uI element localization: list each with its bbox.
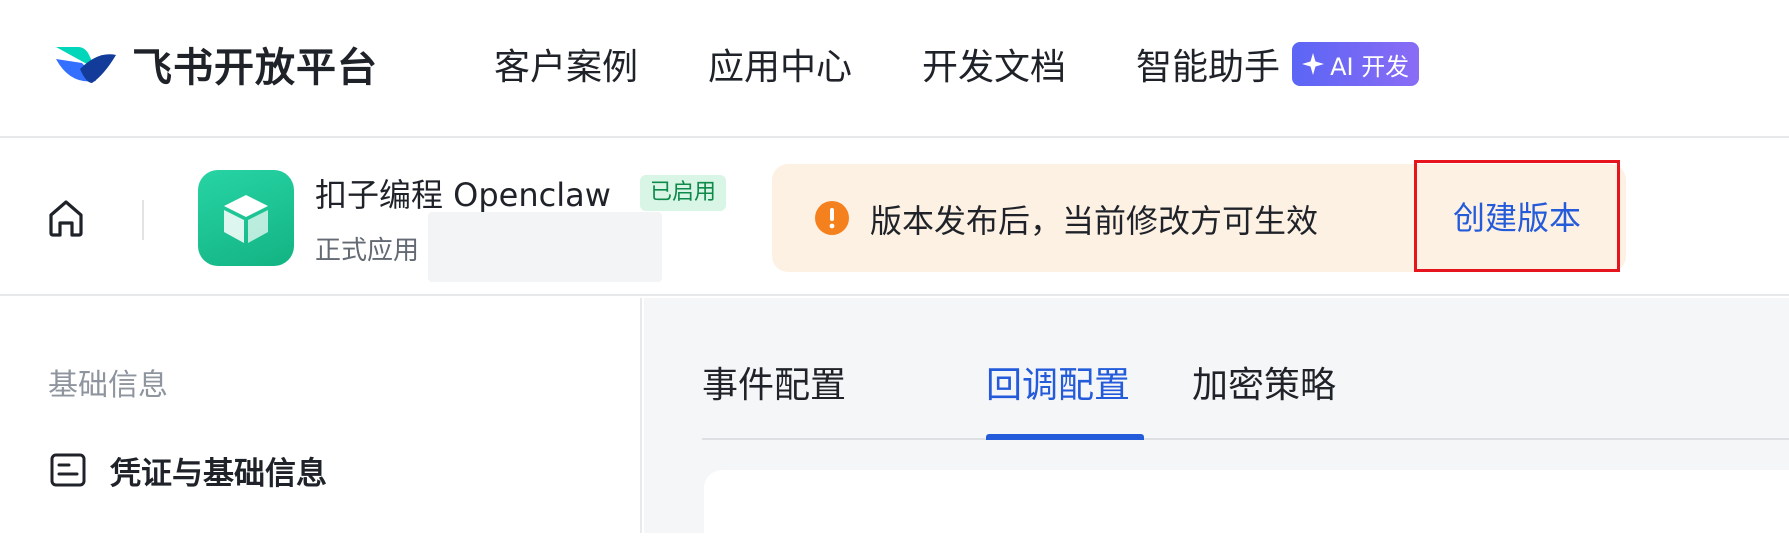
active-tab-indicator bbox=[986, 434, 1144, 440]
nav-item-customer-cases[interactable]: 客户案例 bbox=[494, 38, 638, 90]
tab-event-config[interactable]: 事件配置 bbox=[702, 356, 846, 408]
sidebar: 基础信息 凭证与基础信息 bbox=[0, 298, 642, 533]
nav-item-dev-docs[interactable]: 开发文档 bbox=[922, 38, 1066, 90]
tab-bar: 事件配置 回调配置 加密策略 bbox=[702, 298, 1789, 440]
app-avatar bbox=[198, 170, 294, 266]
app-name: 扣子编程 Openclaw bbox=[315, 176, 611, 214]
app-type: 正式应用 bbox=[315, 236, 420, 266]
ai-dev-badge-label: AI 开发 bbox=[1330, 52, 1410, 81]
status-badge: 已启用 bbox=[640, 175, 727, 211]
credential-card-icon bbox=[50, 453, 86, 487]
brand-name: 飞书开放平台 bbox=[132, 45, 378, 91]
notice-text: 版本发布后，当前修改方可生效 bbox=[870, 202, 1319, 240]
ai-dev-badge[interactable]: AI 开发 bbox=[1292, 42, 1420, 86]
divider bbox=[142, 200, 144, 240]
nav-item-assistant[interactable]: 智能助手 bbox=[1136, 38, 1280, 90]
home-icon[interactable] bbox=[44, 196, 88, 240]
content-card bbox=[704, 470, 1789, 550]
app-header: 扣子编程 Openclaw 已启用 正式应用 版本发布后，当前修改方可生效 创建… bbox=[0, 140, 1789, 296]
sidebar-item-credentials[interactable]: 凭证与基础信息 bbox=[48, 448, 327, 492]
redacted-area bbox=[428, 212, 662, 282]
top-header: 飞书开放平台 客户案例 应用中心 开发文档 智能助手 AI 开发 bbox=[0, 0, 1789, 138]
sidebar-item-label: 凭证与基础信息 bbox=[110, 455, 327, 492]
create-version-button[interactable]: 创建版本 bbox=[1414, 160, 1620, 272]
main-content: 事件配置 回调配置 加密策略 bbox=[644, 298, 1789, 550]
sparkle-icon bbox=[1302, 53, 1325, 75]
exclamation-circle-icon bbox=[815, 201, 849, 235]
main-nav: 客户案例 应用中心 开发文档 智能助手 AI 开发 bbox=[494, 38, 1420, 90]
cube-icon bbox=[224, 195, 268, 243]
feishu-logo-icon bbox=[56, 47, 116, 83]
tab-callback-config[interactable]: 回调配置 bbox=[986, 356, 1130, 408]
brand[interactable]: 飞书开放平台 bbox=[52, 38, 378, 91]
sidebar-group-title: 基础信息 bbox=[48, 368, 168, 403]
tab-encryption-policy[interactable]: 加密策略 bbox=[1192, 356, 1336, 408]
nav-item-app-center[interactable]: 应用中心 bbox=[708, 38, 852, 90]
